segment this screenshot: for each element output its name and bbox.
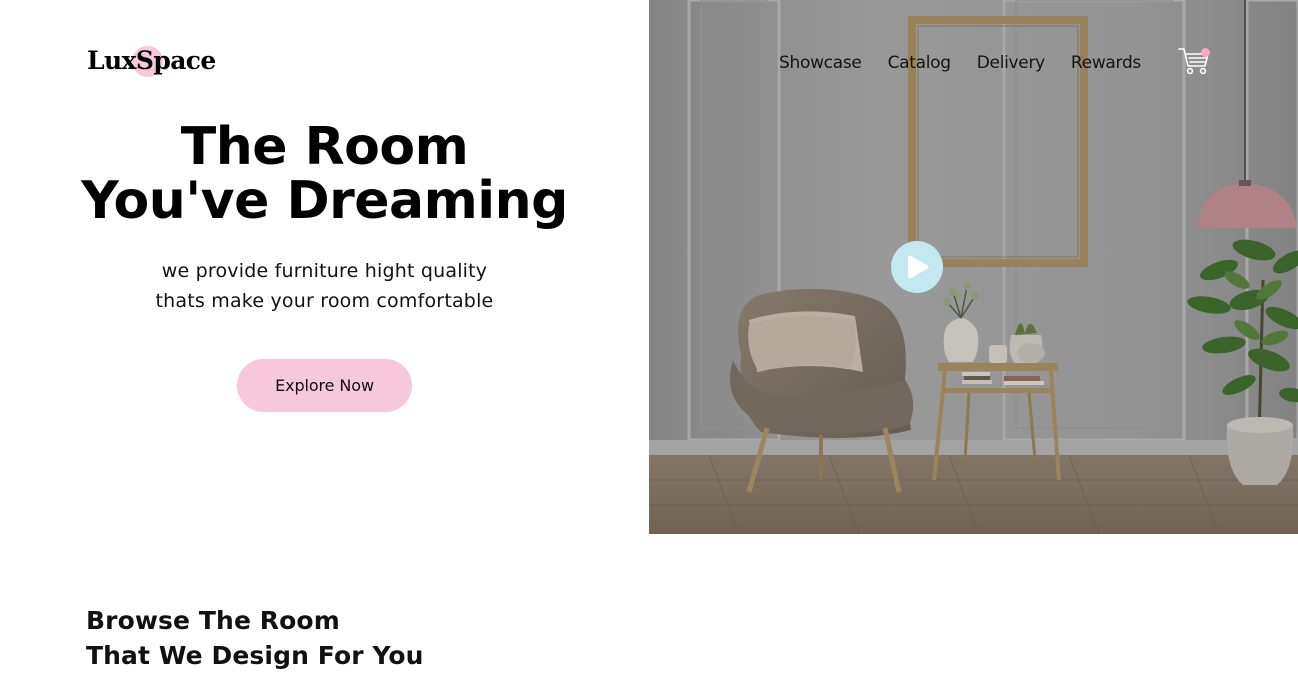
nav-item-delivery[interactable]: Delivery xyxy=(977,51,1045,75)
hero-subtitle-line2: thats make your room comfortable xyxy=(155,290,494,312)
play-icon xyxy=(908,255,929,279)
room-illustration xyxy=(649,0,1298,534)
hero-subtitle-line1: we provide furniture hight quality xyxy=(161,260,488,282)
brand-logo[interactable]: LuxSpace xyxy=(87,44,216,78)
browse-title-line2: That We Design For You xyxy=(86,641,424,670)
nav-item-showcase[interactable]: Showcase xyxy=(779,51,862,75)
brand-name: LuxSpace xyxy=(87,46,216,75)
explore-now-button[interactable]: Explore Now xyxy=(237,359,412,412)
browse-title-line1: Browse The Room xyxy=(86,606,340,635)
main-nav: Showcase Catalog Delivery Rewards xyxy=(779,50,1141,76)
nav-item-rewards[interactable]: Rewards xyxy=(1071,51,1141,75)
hero-title: The Room You've Dreaming xyxy=(0,120,649,228)
hero-subtitle: we provide furniture hight quality thats… xyxy=(0,256,649,316)
browse-section-title: Browse The Room That We Design For You xyxy=(86,603,424,673)
hero-title-line2: You've Dreaming xyxy=(81,171,568,231)
nav-item-catalog[interactable]: Catalog xyxy=(888,51,951,75)
cart-badge xyxy=(1201,48,1210,57)
cart-button[interactable] xyxy=(1176,45,1212,77)
hero-image xyxy=(649,0,1298,534)
hero-title-line1: The Room xyxy=(180,117,469,177)
play-video-button[interactable] xyxy=(891,241,943,293)
